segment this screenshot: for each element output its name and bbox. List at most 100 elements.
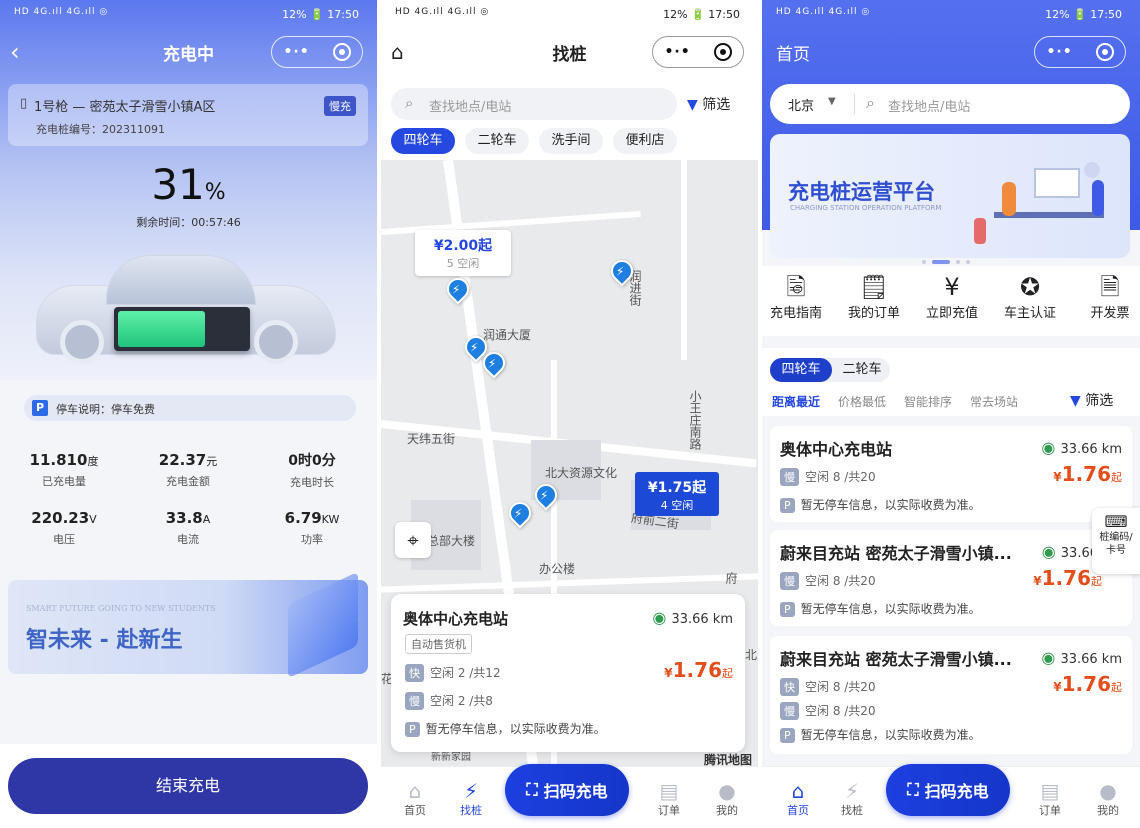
keyboard-icon: ⌨ <box>1104 512 1128 531</box>
seg-four-wheel[interactable]: 四轮车 <box>770 358 832 382</box>
parking-info: P 暂无停车信息，以实际收费为准。 <box>780 496 981 513</box>
status-bar: HD 4G.ıll 4G.ıll ◎ 12% 🔋 17:50 <box>14 7 359 21</box>
parking-info: P 暂无停车信息，以实际收费为准。 <box>780 726 981 743</box>
nav-icon: ◉ <box>1041 438 1056 457</box>
platform-banner[interactable]: 充电桩运营平台 CHARGING STATION OPERATION PLATF… <box>770 134 1130 258</box>
status-bar: HD 4G.ıll 4G.ıll ◎ 12% 🔋 17:50 <box>776 7 1122 21</box>
more-icon[interactable]: •·• <box>283 44 309 60</box>
station-name: 蔚来目充站 密苑太子滑雪小镇... <box>780 650 1012 669</box>
close-circle-icon[interactable] <box>1095 43 1114 61</box>
chip-four-wheel[interactable]: 四轮车 <box>391 128 455 154</box>
price: ¥1.76起 <box>1033 566 1102 590</box>
search-icon: ⌕ <box>866 93 875 112</box>
remaining-time: 剩余时间：00:57:46 <box>136 216 241 229</box>
chip-restroom[interactable]: 洗手间 <box>539 128 603 154</box>
close-circle-icon[interactable] <box>332 43 351 61</box>
charging-screen: HD 4G.ıll 4G.ıll ◎ 12% 🔋 17:50 ‹ 充电中 •·• … <box>0 0 377 828</box>
tab-home[interactable]: ⌂ 首页 <box>395 780 435 818</box>
invoice-button[interactable]: 🗎 开发票 <box>1080 272 1140 321</box>
pile-tab-icon: ⚡ <box>463 779 479 803</box>
price-bubble[interactable]: ¥2.00起 5 空闲 <box>415 230 511 276</box>
order-tab-icon: ▤ <box>1040 779 1060 803</box>
promo-banner[interactable]: SMART FUTURE GOING TO NEW STUDENTS 智未来 -… <box>8 571 368 679</box>
user-tab-icon: ● <box>1099 779 1117 803</box>
slow-badge: 慢充 <box>324 96 356 116</box>
search-input[interactable]: 查找地点/电站 <box>429 96 511 115</box>
mini-program-capsule[interactable]: •·• <box>1034 36 1126 68</box>
amenity-tag: 自动售货机 <box>405 634 472 654</box>
mini-program-capsule[interactable]: •·• <box>271 36 363 68</box>
filter-icon: ▼ <box>687 97 698 113</box>
distance: ◉ 33.66 km <box>1041 438 1122 457</box>
search-input[interactable]: 查找地点/电站 <box>888 96 970 115</box>
filter-button[interactable]: ▼ 筛选 <box>1070 390 1113 410</box>
parking-info: P 暂无停车信息，以实际收费为准。 <box>405 720 606 737</box>
mini-program-capsule[interactable]: •·• <box>652 36 744 68</box>
stat-duration: 0时0分 充电时长 <box>288 453 336 489</box>
guide-button[interactable]: 🗟 充电指南 <box>766 272 826 321</box>
station-name: 奥体中心充电站 <box>403 610 509 628</box>
chip-store[interactable]: 便利店 <box>613 128 677 154</box>
home-tab-icon: ⌂ <box>791 779 805 803</box>
city-select[interactable]: 北京 <box>788 95 814 114</box>
tab-find[interactable]: ⚡ 找桩 <box>832 780 872 818</box>
scan-charge-button[interactable]: ⛶ 扫码充电 <box>886 764 1010 816</box>
distance: ◉ 33.66 <box>1041 542 1098 561</box>
recharge-icon: ¥ <box>944 273 960 301</box>
map-label: 天纬五街 <box>407 432 456 446</box>
nav-icon: ◉ <box>652 608 667 627</box>
quick-menu: 🗟 充电指南 🗒 我的订单 ¥ 立即充值 ✪ 车主认证 🗎 开发票 <box>762 266 1140 336</box>
sort-distance[interactable]: 距离最近 <box>772 393 820 410</box>
sort-frequent[interactable]: 常去场站 <box>970 393 1018 410</box>
tab-mine[interactable]: ● 我的 <box>707 780 747 818</box>
station-card[interactable]: 奥体中心充电站 ◉ 33.66 km 慢空闲 8 /共20 ¥1.76起 P 暂无… <box>770 426 1132 522</box>
recharge-button[interactable]: ¥ 立即充值 <box>922 272 982 321</box>
station-name: 奥体中心充电站 <box>780 440 893 459</box>
chip-two-wheel[interactable]: 二轮车 <box>465 128 529 154</box>
distance: ◉ 33.66 km <box>1041 648 1122 667</box>
end-charging-button[interactable]: 结束充电 <box>8 758 368 814</box>
nav-icon: ◉ <box>1041 648 1056 667</box>
sort-smart[interactable]: 智能排序 <box>904 393 952 410</box>
parking-info: P 暂无停车信息，以实际收费为准。 <box>780 600 981 617</box>
office-illustration <box>974 162 1114 246</box>
slow-availability: 慢空闲 2 /共8 <box>405 692 493 710</box>
tab-orders[interactable]: ▤ 订单 <box>649 780 689 818</box>
price-bubble-selected[interactable]: ¥1.75起 4 空闲 <box>635 472 719 516</box>
charge-percent: 31% <box>151 160 226 209</box>
sort-price[interactable]: 价格最低 <box>838 393 886 410</box>
more-icon[interactable]: •·• <box>1046 44 1072 60</box>
search-icon: ⌕ <box>405 94 414 112</box>
station-card[interactable]: 奥体中心充电站 ◉ 33.66 km 自动售货机 快空闲 2 /共12 慢空闲 … <box>391 594 745 752</box>
tab-find[interactable]: ⚡ 找桩 <box>451 780 491 818</box>
stat-amount: 22.37元 充电金额 <box>158 451 218 488</box>
station-card[interactable]: 蔚来目充站 密苑太子滑雪小镇... ◉ 33.66 慢空闲 8 /共20 ¥1.… <box>770 530 1132 626</box>
station-card[interactable]: 蔚来目充站 密苑太子滑雪小镇... ◉ 33.66 km 快空闲 8 /共20 … <box>770 636 1132 754</box>
gun-card: ▯ 1号枪 — 密苑太子滑雪小镇A区 慢充 充电桩编号：202311091 <box>8 84 368 146</box>
stat-energy: 11.810度 已充电量 <box>29 451 99 488</box>
certify-button[interactable]: ✪ 车主认证 <box>1000 272 1060 321</box>
tab-home[interactable]: ⌂ 首页 <box>778 780 818 818</box>
orders-button[interactable]: 🗒 我的订单 <box>844 272 904 321</box>
locate-icon[interactable]: ⌖ <box>395 522 431 558</box>
battery-fill <box>118 311 205 347</box>
tab-mine[interactable]: ● 我的 <box>1088 780 1128 818</box>
seg-two-wheel[interactable]: 二轮车 <box>836 358 888 382</box>
search-box[interactable]: ⌕ 查找地点/电站 <box>391 88 677 120</box>
price: ¥1.76起 <box>664 658 733 682</box>
chevron-down-icon: ▼ <box>828 96 836 107</box>
charger-pin[interactable] <box>504 497 536 529</box>
close-circle-icon[interactable] <box>713 43 732 61</box>
pile-code-float-button[interactable]: ⌨ 桩编码/卡号 <box>1092 508 1140 574</box>
scan-charge-button[interactable]: ⛶ 扫码充电 <box>505 764 629 816</box>
filter-button[interactable]: ▼ 筛选 <box>687 94 730 114</box>
tab-orders[interactable]: ▤ 订单 <box>1030 780 1070 818</box>
order-tab-icon: ▤ <box>659 779 679 803</box>
parking-icon: P <box>32 400 48 416</box>
map-label: 小王庄南路 <box>688 390 702 450</box>
map-label: 府 <box>724 572 738 584</box>
station-name: 蔚来目充站 密苑太子滑雪小镇... <box>780 544 1012 563</box>
price: ¥1.76起 <box>1053 672 1122 696</box>
search-bar[interactable]: 北京 ▼ ⌕ 查找地点/电站 <box>770 84 1130 124</box>
more-icon[interactable]: •·• <box>664 44 690 60</box>
